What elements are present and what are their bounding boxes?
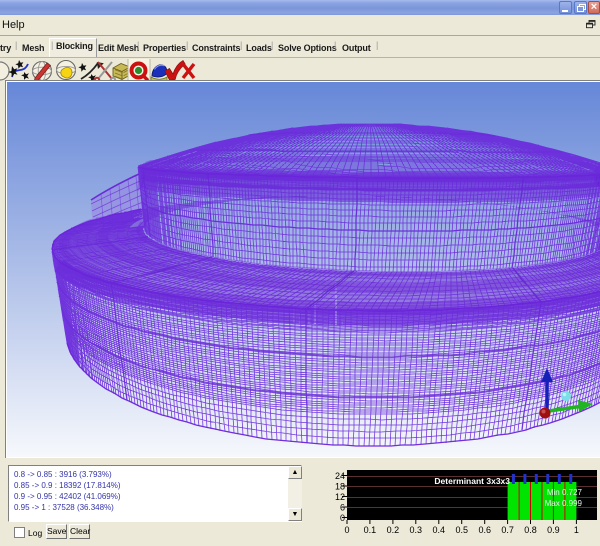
- svg-text:0.6: 0.6: [478, 525, 491, 535]
- svg-text:0.2: 0.2: [387, 525, 400, 535]
- svg-text:Max 0.999: Max 0.999: [545, 499, 583, 508]
- svg-text:0.9: 0.9: [547, 525, 560, 535]
- svg-text:0.1: 0.1: [364, 525, 377, 535]
- svg-text:0.5: 0.5: [455, 525, 468, 535]
- svg-text:0.8: 0.8: [524, 525, 537, 535]
- svg-text:Determinant 3x3x3: Determinant 3x3x3: [434, 476, 510, 486]
- svg-text:Min 0.727: Min 0.727: [547, 488, 583, 497]
- svg-text:0: 0: [344, 525, 349, 535]
- svg-text:0.4: 0.4: [433, 525, 446, 535]
- svg-text:0.3: 0.3: [410, 525, 423, 535]
- svg-text:1: 1: [574, 525, 579, 535]
- svg-text:0.7: 0.7: [501, 525, 514, 535]
